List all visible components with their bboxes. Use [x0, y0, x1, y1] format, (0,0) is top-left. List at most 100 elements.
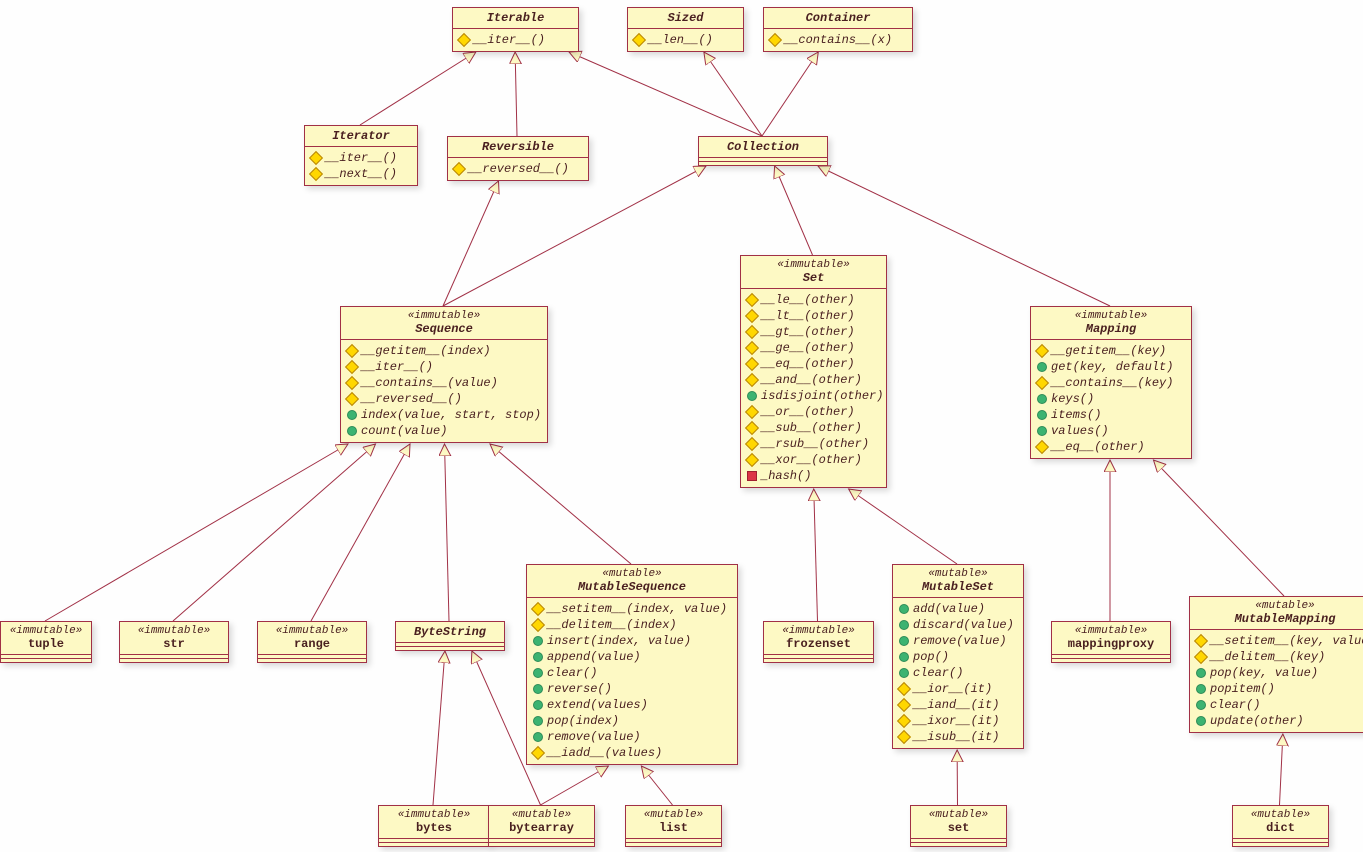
inheritance-edge: [541, 766, 609, 805]
method: __contains__(value): [347, 375, 541, 391]
method: __delitem__(key): [1196, 649, 1363, 665]
stereotype: «immutable»: [349, 310, 539, 322]
visibility-icon: [309, 167, 323, 181]
inheritance-edge: [311, 444, 410, 621]
class-mutseq: «mutable»MutableSequence__setitem__(inde…: [526, 564, 738, 765]
separator: [764, 659, 873, 662]
class-name: str: [128, 637, 220, 651]
visibility-icon: [897, 698, 911, 712]
class-header: Collection: [699, 137, 827, 158]
visibility-icon: [1035, 344, 1049, 358]
class-header: «mutable»MutableMapping: [1190, 597, 1363, 630]
visibility-icon: [1194, 634, 1208, 648]
class-header: «immutable»Set: [741, 256, 886, 289]
inheritance-edge: [443, 166, 706, 306]
class-name: Iterator: [313, 129, 409, 143]
inheritance-edge: [490, 444, 631, 564]
method: reverse(): [533, 681, 731, 697]
class-header: Container: [764, 8, 912, 29]
class-header: «mutable»list: [626, 806, 721, 839]
inheritance-edge: [704, 52, 762, 136]
inheritance-edge: [173, 444, 376, 621]
class-name: Iterable: [461, 11, 570, 25]
method: __ior__(it): [899, 681, 1017, 697]
class-bytes: «immutable»bytes: [378, 805, 490, 847]
visibility-icon: [768, 33, 782, 47]
method: __xor__(other): [747, 452, 880, 468]
class-list: «mutable»list: [625, 805, 722, 847]
visibility-icon: [745, 293, 759, 307]
visibility-icon: [345, 360, 359, 374]
visibility-icon: [533, 652, 543, 662]
class-setcls: «mutable»set: [910, 805, 1007, 847]
visibility-icon: [1037, 426, 1047, 436]
class-bytestring: ByteString: [395, 621, 505, 651]
stereotype: «mutable»: [1198, 600, 1363, 612]
method: __and__(other): [747, 372, 880, 388]
visibility-icon: [745, 325, 759, 339]
visibility-icon: [533, 668, 543, 678]
method: __delitem__(index): [533, 617, 731, 633]
method: discard(value): [899, 617, 1017, 633]
class-name: bytes: [387, 821, 481, 835]
visibility-icon: [899, 652, 909, 662]
method: __iadd__(values): [533, 745, 731, 761]
class-name: MutableSet: [901, 580, 1015, 594]
class-name: list: [634, 821, 713, 835]
class-header: «immutable»frozenset: [764, 622, 873, 655]
stereotype: «mutable»: [535, 568, 729, 580]
visibility-icon: [1196, 684, 1206, 694]
stereotype: «mutable»: [497, 809, 586, 821]
method: __le__(other): [747, 292, 880, 308]
visibility-icon: [531, 746, 545, 760]
method: _hash(): [747, 468, 880, 484]
visibility-icon: [533, 716, 543, 726]
class-header: «immutable»str: [120, 622, 228, 655]
stereotype: «mutable»: [901, 568, 1015, 580]
class-iterable: Iterable __iter__(): [452, 7, 579, 52]
class-header: «immutable»bytes: [379, 806, 489, 839]
visibility-icon: [745, 437, 759, 451]
method: __contains__(key): [1037, 375, 1185, 391]
visibility-icon: [533, 684, 543, 694]
class-header: «mutable»MutableSequence: [527, 565, 737, 598]
class-header: «mutable»dict: [1233, 806, 1328, 839]
method: update(other): [1196, 713, 1363, 729]
method-list: __setitem__(index, value)__delitem__(ind…: [527, 598, 737, 764]
visibility-icon: [747, 391, 757, 401]
class-reversible: Reversible__reversed__(): [447, 136, 589, 181]
class-name: set: [919, 821, 998, 835]
method: __lt__(other): [747, 308, 880, 324]
class-header: «immutable»Sequence: [341, 307, 547, 340]
stereotype: «immutable»: [387, 809, 481, 821]
separator: [489, 843, 594, 846]
method-list: __iter__(): [453, 29, 578, 51]
class-header: «immutable»Mapping: [1031, 307, 1191, 340]
class-name: Sized: [636, 11, 735, 25]
separator: [626, 843, 721, 846]
visibility-icon: [345, 344, 359, 358]
separator: [1, 659, 91, 662]
method-list: __reversed__(): [448, 158, 588, 180]
class-dict: «mutable»dict: [1232, 805, 1329, 847]
visibility-icon: [1037, 362, 1047, 372]
class-tuple: «immutable»tuple: [0, 621, 92, 663]
method-list: __contains__(x): [764, 29, 912, 51]
method: extend(values): [533, 697, 731, 713]
visibility-icon: [1196, 716, 1206, 726]
method: add(value): [899, 601, 1017, 617]
class-collection: Collection: [698, 136, 828, 166]
visibility-icon: [533, 732, 543, 742]
visibility-icon: [745, 453, 759, 467]
class-header: «immutable»mappingproxy: [1052, 622, 1170, 655]
method: items(): [1037, 407, 1185, 423]
visibility-icon: [747, 471, 757, 481]
method: __contains__(x): [770, 32, 906, 48]
method: __rsub__(other): [747, 436, 880, 452]
method: __iand__(it): [899, 697, 1017, 713]
method-list: __len__(): [628, 29, 743, 51]
visibility-icon: [745, 357, 759, 371]
inheritance-edge: [849, 489, 957, 564]
stereotype: «mutable»: [1241, 809, 1320, 821]
method: clear(): [1196, 697, 1363, 713]
